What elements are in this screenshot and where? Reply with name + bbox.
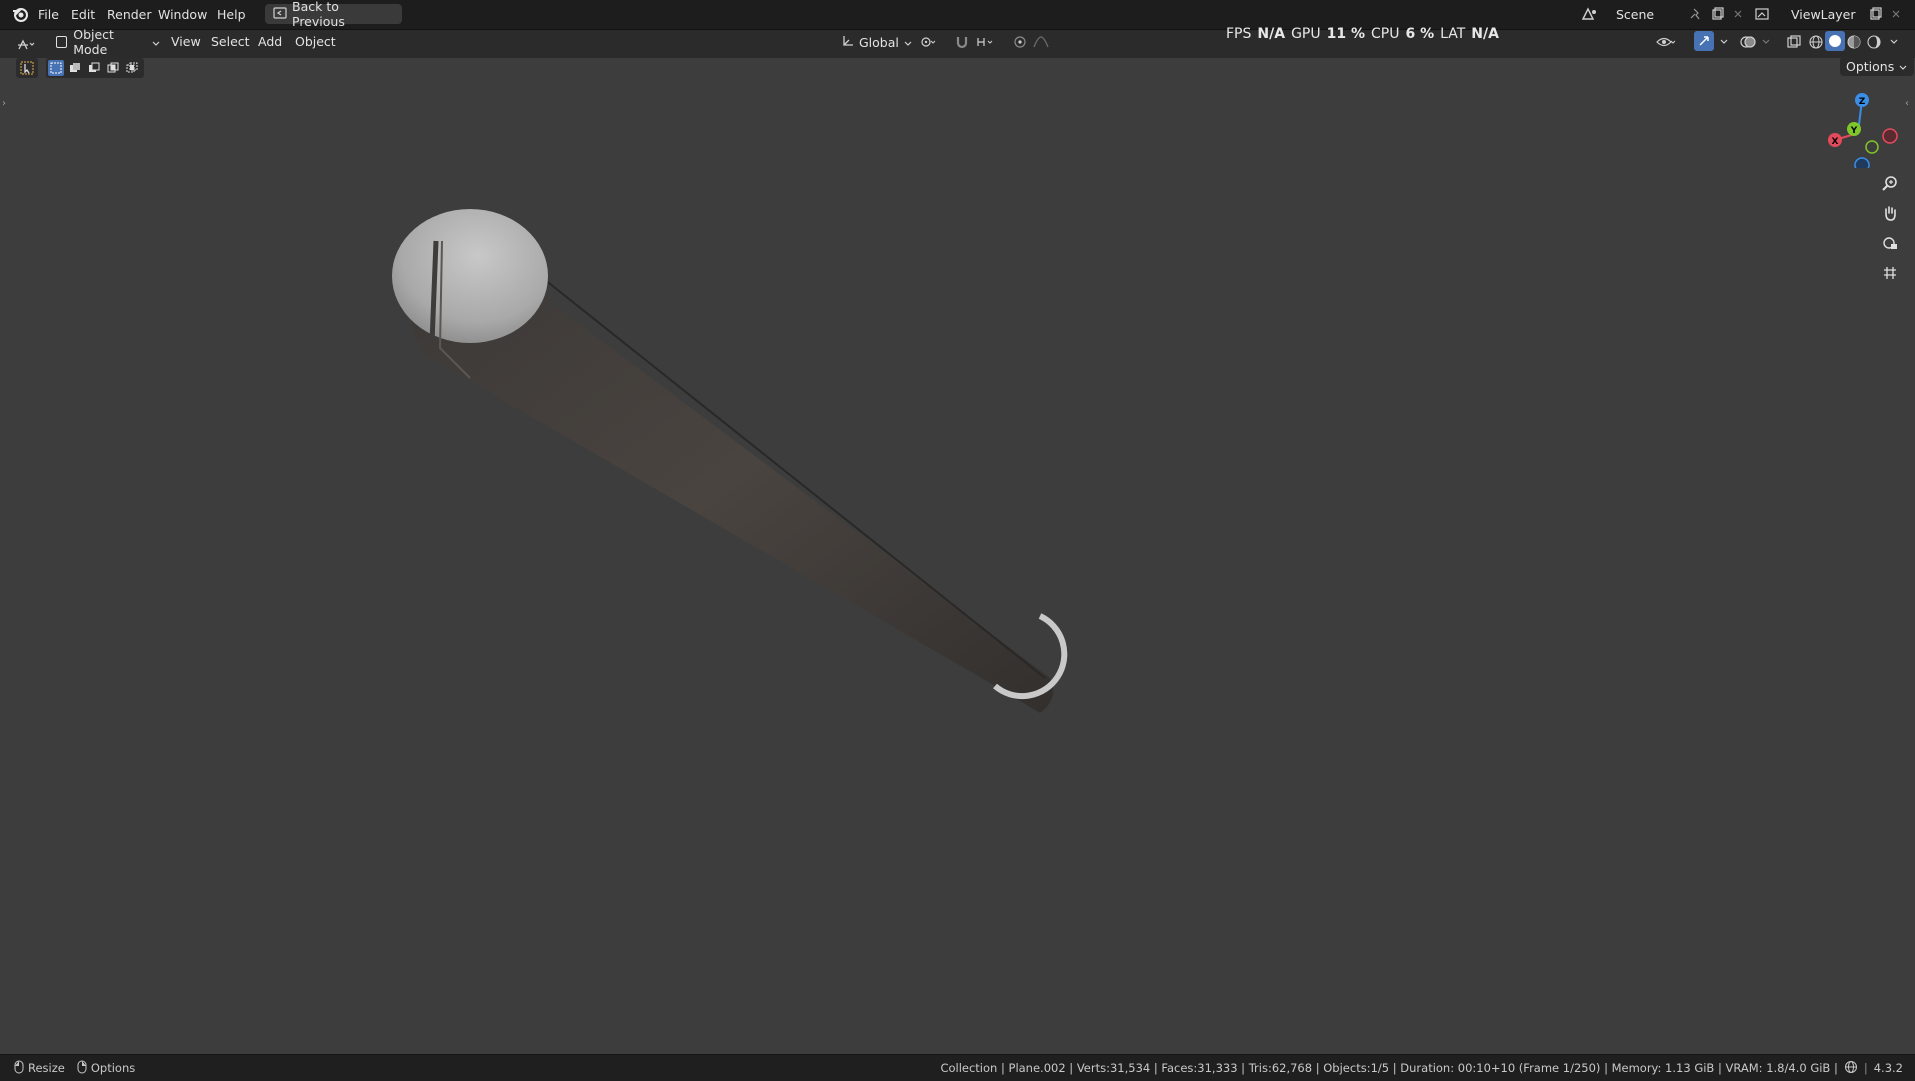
options-hint: Options [77,1060,135,1077]
menu-object[interactable]: Object [295,34,336,49]
orientation-label: Global [859,34,899,50]
scene-icon[interactable] [1580,4,1600,24]
performance-overlay: FPS N/A GPU 11 % CPU 6 % LAT N/A [1226,26,1499,42]
camera-view-icon[interactable] [1877,230,1903,256]
material-shading-icon[interactable] [1844,32,1864,52]
new-scene-icon[interactable] [1708,4,1728,24]
options-label: Options [1846,58,1895,74]
fps-label: FPS [1226,26,1252,42]
status-bar: Resize Options Collection | Plane.002 | … [0,1054,1915,1081]
mode-label: Object Mode [73,27,114,57]
menu-view[interactable]: View [171,34,201,49]
delete-viewlayer-icon[interactable] [1886,4,1906,24]
gizmo-neg-y-axis[interactable] [1865,140,1879,154]
select-extend-icon[interactable] [67,60,83,76]
gizmo-neg-x-axis[interactable] [1882,128,1898,144]
gizmo-z-label: Z [1859,97,1866,107]
status-options-label: Options [90,1061,136,1075]
gpu-value: 11 % [1326,26,1365,42]
editor-type-icon[interactable] [16,34,36,54]
scene-statistics: Collection | Plane.002 | Verts:31,534 | … [940,1061,1838,1075]
navigation-gizmo[interactable]: Z X Y [1818,88,1898,168]
chevron-down-icon [1899,59,1907,74]
gizmo-toggle-icon[interactable] [1694,31,1714,51]
select-intersect-icon[interactable] [124,60,140,76]
select-tool-icon[interactable] [16,58,38,78]
chevron-down-icon [152,35,160,50]
chevron-down-icon[interactable] [1756,32,1776,52]
zoom-icon[interactable] [1877,170,1903,196]
top-bar: File Edit Render Window Help Back to Pre… [0,0,1915,30]
fps-value: N/A [1257,26,1286,42]
rendered-shading-icon[interactable] [1864,32,1884,52]
proportional-edit-icon[interactable] [1010,32,1030,52]
viewlayer-field[interactable]: ViewLayer [1785,4,1877,24]
viewlayer-name: ViewLayer [1791,6,1856,22]
viewlayer-icon[interactable] [1754,4,1774,24]
visibility-eye-icon[interactable] [1656,32,1676,52]
tube-top-edge [504,247,1046,679]
select-subtract-icon[interactable] [86,60,102,76]
menu-edit[interactable]: Edit [63,7,103,22]
toolbar-expand-icon[interactable]: › [2,98,6,109]
snap-target-icon[interactable] [975,32,995,52]
tube-cap [392,209,548,343]
lat-value: N/A [1471,26,1499,42]
menu-window[interactable]: Window [150,7,215,22]
mouse-left-icon [14,1060,24,1077]
back-icon [273,6,287,22]
xray-toggle-icon[interactable] [1784,32,1804,52]
overlays-icon[interactable] [1738,32,1758,52]
new-viewlayer-icon[interactable] [1866,4,1886,24]
falloff-icon[interactable] [1032,32,1052,52]
orientation-dropdown[interactable]: Global [836,32,920,52]
menu-select[interactable]: Select [211,34,250,49]
gpu-label: GPU [1291,26,1321,42]
scene-name: Scene [1616,6,1655,22]
back-to-previous-label: Back to Previous [292,0,345,29]
gizmo-x-label: X [1832,137,1839,147]
pin-icon[interactable] [1686,4,1706,24]
snap-toggle-icon[interactable] [952,32,972,52]
gizmo-neg-z-axis[interactable] [1854,157,1870,168]
sidebar-expand-icon[interactable]: ‹ [1905,98,1909,109]
pivot-point-icon[interactable] [918,32,938,52]
resize-label: Resize [28,1061,65,1075]
resize-hint: Resize [14,1060,65,1077]
menu-add[interactable]: Add [258,34,282,49]
3d-viewport[interactable]: › ‹ Options Z X Y [0,56,1915,1054]
solid-shading-icon[interactable] [1825,31,1845,51]
options-dropdown[interactable]: Options [1840,56,1914,76]
delete-scene-icon[interactable] [1728,4,1748,24]
menu-file[interactable]: File [30,7,67,22]
object-mode-icon [56,36,68,48]
wireframe-shading-icon[interactable] [1806,32,1826,52]
cpu-value: 6 % [1405,26,1435,42]
version-label: 4.3.2 [1873,1061,1903,1075]
select-invert-icon[interactable] [105,60,121,76]
pan-hand-icon[interactable] [1877,200,1903,226]
ortho-grid-icon[interactable] [1877,260,1903,286]
lat-label: LAT [1440,26,1466,42]
orientation-icon [842,35,854,50]
network-globe-icon [1844,1060,1858,1077]
blender-logo-icon[interactable] [10,4,30,24]
mouse-right-icon [77,1060,87,1077]
gizmo-y-label: Y [1850,126,1858,136]
chevron-down-icon[interactable] [1884,32,1904,52]
menu-help[interactable]: Help [209,7,254,22]
chevron-down-icon[interactable] [1714,32,1734,52]
back-to-previous-button[interactable]: Back to Previous [265,0,402,29]
cpu-label: CPU [1371,26,1400,42]
viewport-canvas [392,209,1068,713]
mode-dropdown[interactable]: Object Mode [50,27,166,57]
chevron-down-icon [904,35,912,50]
select-new-icon[interactable] [48,60,64,76]
